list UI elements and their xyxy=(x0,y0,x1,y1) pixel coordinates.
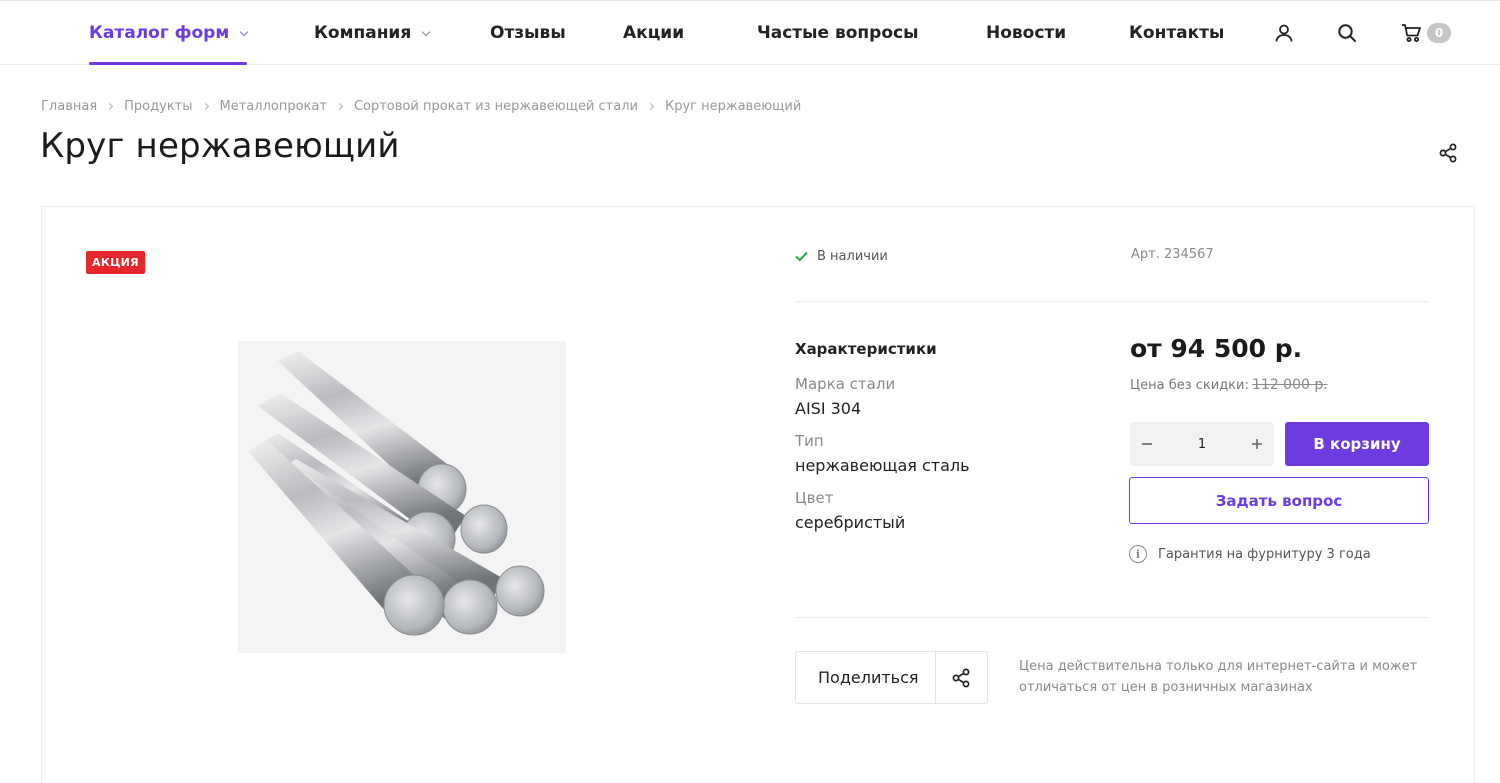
divider xyxy=(795,617,1429,618)
nav-promotions-label: Акции xyxy=(623,23,685,43)
nav-catalog-label: Каталог форм xyxy=(89,23,230,43)
quantity-stepper xyxy=(1130,422,1274,466)
share-button[interactable]: Поделиться xyxy=(795,651,988,704)
old-price: 112 000 р. xyxy=(1252,377,1328,393)
nav-faq[interactable]: Частые вопросы xyxy=(757,1,918,65)
nav-news-label: Новости xyxy=(986,23,1067,43)
nav-promotions[interactable]: Акции xyxy=(623,1,684,65)
breadcrumb: Главная Продукты Металлопрокат Сортовой … xyxy=(41,99,801,114)
availability-status: В наличии xyxy=(795,249,888,264)
share-icon[interactable] xyxy=(1437,142,1459,164)
cart-icon[interactable] xyxy=(1399,21,1423,45)
breadcrumb-separator-icon xyxy=(106,102,114,111)
site-header: Каталог форм Компания Отзывы Акции Часты… xyxy=(0,1,1500,65)
nav-faq-label: Частые вопросы xyxy=(757,23,919,43)
char-label-color: Цвет xyxy=(795,489,834,507)
nav-contacts[interactable]: Контакты xyxy=(1129,1,1224,65)
nav-reviews-label: Отзывы xyxy=(490,23,566,43)
nav-contacts-label: Контакты xyxy=(1129,23,1225,43)
nav-company-label: Компания xyxy=(314,23,412,43)
divider xyxy=(795,301,1429,302)
info-icon: i xyxy=(1129,545,1147,563)
ask-question-button[interactable]: Задать вопрос xyxy=(1129,477,1429,524)
user-icon[interactable] xyxy=(1272,21,1296,45)
promo-badge: АКЦИЯ xyxy=(86,251,145,274)
characteristics-title: Характеристики xyxy=(795,340,937,358)
increase-button[interactable] xyxy=(1240,422,1274,466)
price: от 94 500 р. xyxy=(1130,334,1303,363)
char-value-type: нержавеющая сталь xyxy=(795,456,970,475)
chevron-down-icon xyxy=(422,27,431,36)
warranty-text: Гарантия на фурнитуру 3 года xyxy=(1158,546,1371,562)
nav-catalog[interactable]: Каталог форм xyxy=(89,1,249,65)
page-title: Круг нержавеющий xyxy=(40,126,400,166)
old-price-label: Цена без скидки: xyxy=(1130,378,1249,393)
add-to-cart-button[interactable]: В корзину xyxy=(1285,422,1429,466)
warranty-info: i Гарантия на фурнитуру 3 года xyxy=(1129,545,1371,563)
char-label-type: Тип xyxy=(795,432,824,450)
char-value-color: серебристый xyxy=(795,513,906,532)
breadcrumb-current: Круг нержавеющий xyxy=(664,99,802,114)
price-note: Цена действительна только для интернет-с… xyxy=(1019,659,1418,695)
plus-icon xyxy=(1252,439,1262,449)
nav-news[interactable]: Новости xyxy=(986,1,1066,65)
breadcrumb-products[interactable]: Продукты xyxy=(124,99,192,114)
breadcrumb-separator-icon xyxy=(335,102,343,111)
nav-company[interactable]: Компания xyxy=(314,1,431,65)
char-label-steel-grade: Марка стали xyxy=(795,375,896,393)
check-icon xyxy=(795,251,808,262)
breadcrumb-stainless-section[interactable]: Сортовой прокат из нержавеющей стали xyxy=(354,99,638,114)
availability-label: В наличии xyxy=(817,249,888,264)
breadcrumb-home[interactable]: Главная xyxy=(41,99,97,114)
breadcrumb-separator-icon xyxy=(201,102,209,111)
share-icon xyxy=(950,667,972,689)
quantity-input[interactable] xyxy=(1170,433,1234,455)
chevron-down-icon xyxy=(239,27,249,36)
decrease-button[interactable] xyxy=(1130,422,1164,466)
cart-count-badge: 0 xyxy=(1427,23,1451,43)
nav-reviews[interactable]: Отзывы xyxy=(490,1,566,65)
breadcrumb-metal[interactable]: Металлопрокат xyxy=(220,99,327,114)
breadcrumb-separator-icon xyxy=(646,102,655,111)
share-label: Поделиться xyxy=(818,668,919,687)
char-value-steel-grade: AISI 304 xyxy=(795,399,862,418)
article-number: Арт. 234567 xyxy=(1131,247,1214,262)
product-image[interactable] xyxy=(238,341,566,653)
share-separator xyxy=(935,652,936,703)
search-icon[interactable] xyxy=(1335,21,1359,45)
minus-icon xyxy=(1142,443,1152,445)
